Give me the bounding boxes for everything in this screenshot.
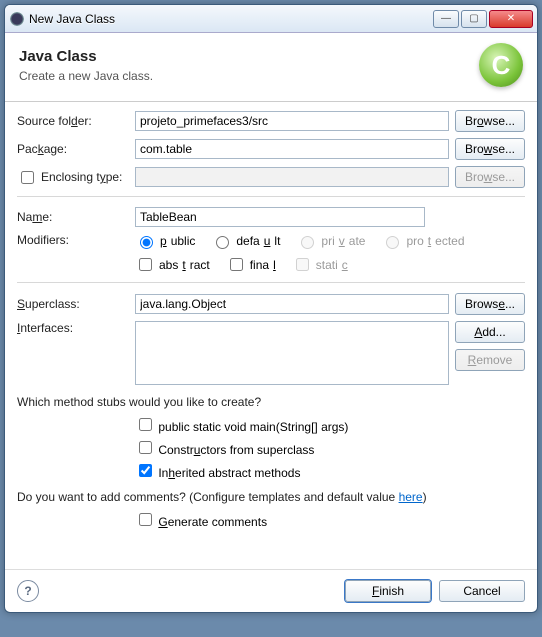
configure-link[interactable]: here bbox=[399, 490, 423, 504]
stub-main[interactable]: public static void main(String[] args) bbox=[135, 415, 525, 434]
interfaces-label: Interfaces: bbox=[17, 321, 129, 335]
stub-inherited[interactable]: Inherited abstract methods bbox=[135, 461, 525, 480]
close-button[interactable]: ✕ bbox=[489, 10, 533, 28]
titlebar[interactable]: New Java Class — ▢ ✕ bbox=[5, 5, 537, 33]
source-folder-label: Source folder: bbox=[17, 114, 129, 128]
modifier-static: static bbox=[292, 255, 348, 274]
superclass-label: Superclass: bbox=[17, 297, 129, 311]
stubs-question: Which method stubs would you like to cre… bbox=[17, 395, 525, 409]
dialog-header: Java Class Create a new Java class. C bbox=[5, 33, 537, 102]
help-icon[interactable]: ? bbox=[17, 580, 39, 602]
header-title: Java Class bbox=[19, 48, 153, 65]
enclosing-label: Enclosing type: bbox=[41, 170, 122, 184]
enclosing-input bbox=[135, 167, 449, 187]
name-input[interactable] bbox=[135, 207, 425, 227]
browse-source-button[interactable]: Browse... bbox=[455, 110, 525, 132]
eclipse-icon bbox=[9, 11, 25, 27]
browse-package-button[interactable]: Browse... bbox=[455, 138, 525, 160]
browse-enclosing-button: Browse... bbox=[455, 166, 525, 188]
source-folder-input[interactable] bbox=[135, 111, 449, 131]
package-input[interactable] bbox=[135, 139, 449, 159]
dialog-footer: ? Finish Cancel bbox=[5, 569, 537, 612]
stub-constructors[interactable]: Constructors from superclass bbox=[135, 438, 525, 457]
modifiers-label: Modifiers: bbox=[17, 233, 129, 247]
interfaces-list[interactable] bbox=[135, 321, 449, 385]
header-subtitle: Create a new Java class. bbox=[19, 69, 153, 83]
cancel-button[interactable]: Cancel bbox=[439, 580, 525, 602]
finish-button[interactable]: Finish bbox=[345, 580, 431, 602]
modifier-protected: protected bbox=[381, 233, 464, 249]
separator bbox=[17, 196, 525, 197]
add-interface-button[interactable]: Add... bbox=[455, 321, 525, 343]
modifier-final[interactable]: final bbox=[226, 255, 276, 274]
dialog-window: New Java Class — ▢ ✕ Java Class Create a… bbox=[4, 4, 538, 613]
modifier-public[interactable]: public bbox=[135, 233, 195, 249]
class-icon: C bbox=[479, 43, 523, 87]
browse-superclass-button[interactable]: Browse... bbox=[455, 293, 525, 315]
comments-question: Do you want to add comments? (Configure … bbox=[17, 490, 525, 504]
superclass-input[interactable] bbox=[135, 294, 449, 314]
modifier-abstract[interactable]: abstract bbox=[135, 255, 210, 274]
modifier-default[interactable]: default bbox=[211, 233, 280, 249]
generate-comments[interactable]: Generate comments bbox=[135, 510, 525, 529]
separator bbox=[17, 282, 525, 283]
package-label: Package: bbox=[17, 142, 129, 156]
window-title: New Java Class bbox=[29, 12, 433, 26]
remove-interface-button: Remove bbox=[455, 349, 525, 371]
minimize-button[interactable]: — bbox=[433, 10, 459, 28]
maximize-button[interactable]: ▢ bbox=[461, 10, 487, 28]
enclosing-checkbox[interactable] bbox=[21, 171, 34, 184]
modifier-private: private bbox=[296, 233, 365, 249]
name-label: Name: bbox=[17, 210, 129, 224]
